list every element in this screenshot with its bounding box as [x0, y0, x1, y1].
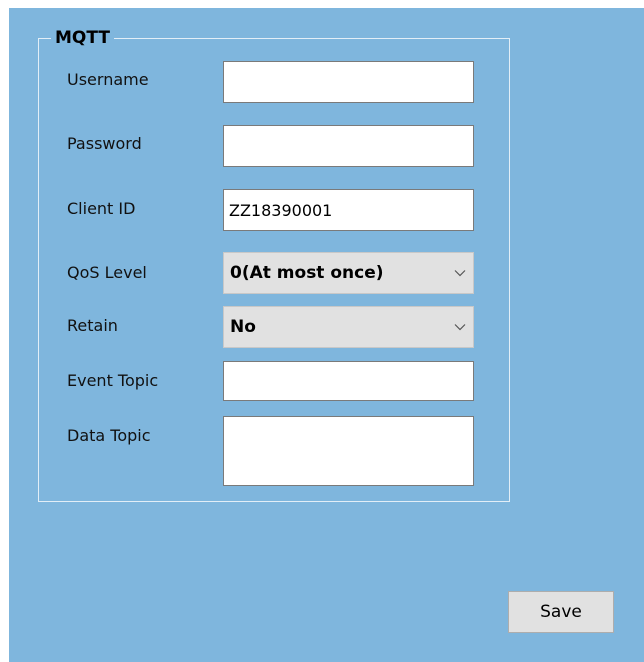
- qos-level-label: QoS Level: [67, 263, 147, 282]
- retain-select[interactable]: No: [223, 306, 474, 348]
- username-label: Username: [67, 70, 149, 89]
- event-topic-label: Event Topic: [67, 371, 159, 390]
- save-button[interactable]: Save: [508, 591, 614, 633]
- client-id-input[interactable]: [223, 189, 474, 231]
- qos-level-select[interactable]: 0(At most once): [223, 252, 474, 294]
- data-topic-label: Data Topic: [67, 426, 151, 445]
- retain-label: Retain: [67, 316, 118, 335]
- qos-level-value: 0(At most once): [230, 263, 384, 283]
- mqtt-group-title: MQTT: [51, 28, 114, 48]
- password-label: Password: [67, 134, 142, 153]
- event-topic-input[interactable]: [223, 361, 474, 401]
- client-id-label: Client ID: [67, 199, 136, 218]
- password-input[interactable]: [223, 125, 474, 167]
- chevron-down-icon: [454, 324, 466, 331]
- data-topic-input[interactable]: [223, 416, 474, 486]
- username-input[interactable]: [223, 61, 474, 103]
- retain-value: No: [230, 317, 256, 337]
- chevron-down-icon: [454, 270, 466, 277]
